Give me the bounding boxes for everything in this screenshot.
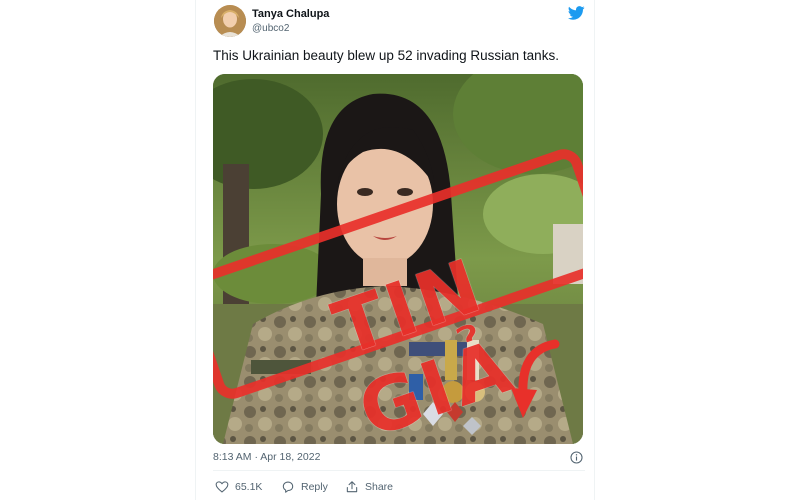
red-arrow-icon — [511, 339, 560, 418]
tweet-card: Tanya Chalupa @ubco2 This Ukrainian beau… — [195, 0, 595, 500]
tweet-media-photo[interactable]: TIN GIẢ — [213, 74, 583, 444]
share-icon — [346, 481, 358, 493]
tweet-timestamp[interactable]: 8:13 AM · Apr 18, 2022 — [213, 451, 320, 463]
author-name[interactable]: Tanya Chalupa — [252, 8, 329, 20]
divider — [213, 470, 585, 471]
share-label: Share — [365, 481, 394, 493]
twitter-bird-icon[interactable] — [568, 6, 585, 20]
like-count: 65.1K — [235, 481, 263, 493]
info-icon[interactable] — [570, 451, 583, 464]
tweet-text: This Ukrainian beauty blew up 52 invadin… — [213, 48, 559, 63]
like-button[interactable]: 65.1K — [215, 480, 262, 494]
reply-label: Reply — [301, 481, 328, 493]
avatar[interactable] — [214, 5, 246, 37]
share-button[interactable]: Share — [345, 480, 393, 494]
author-handle[interactable]: @ubco2 — [252, 23, 289, 34]
heart-icon — [215, 481, 229, 493]
reply-bubble-icon — [282, 481, 294, 493]
reply-button[interactable]: Reply — [281, 480, 328, 494]
